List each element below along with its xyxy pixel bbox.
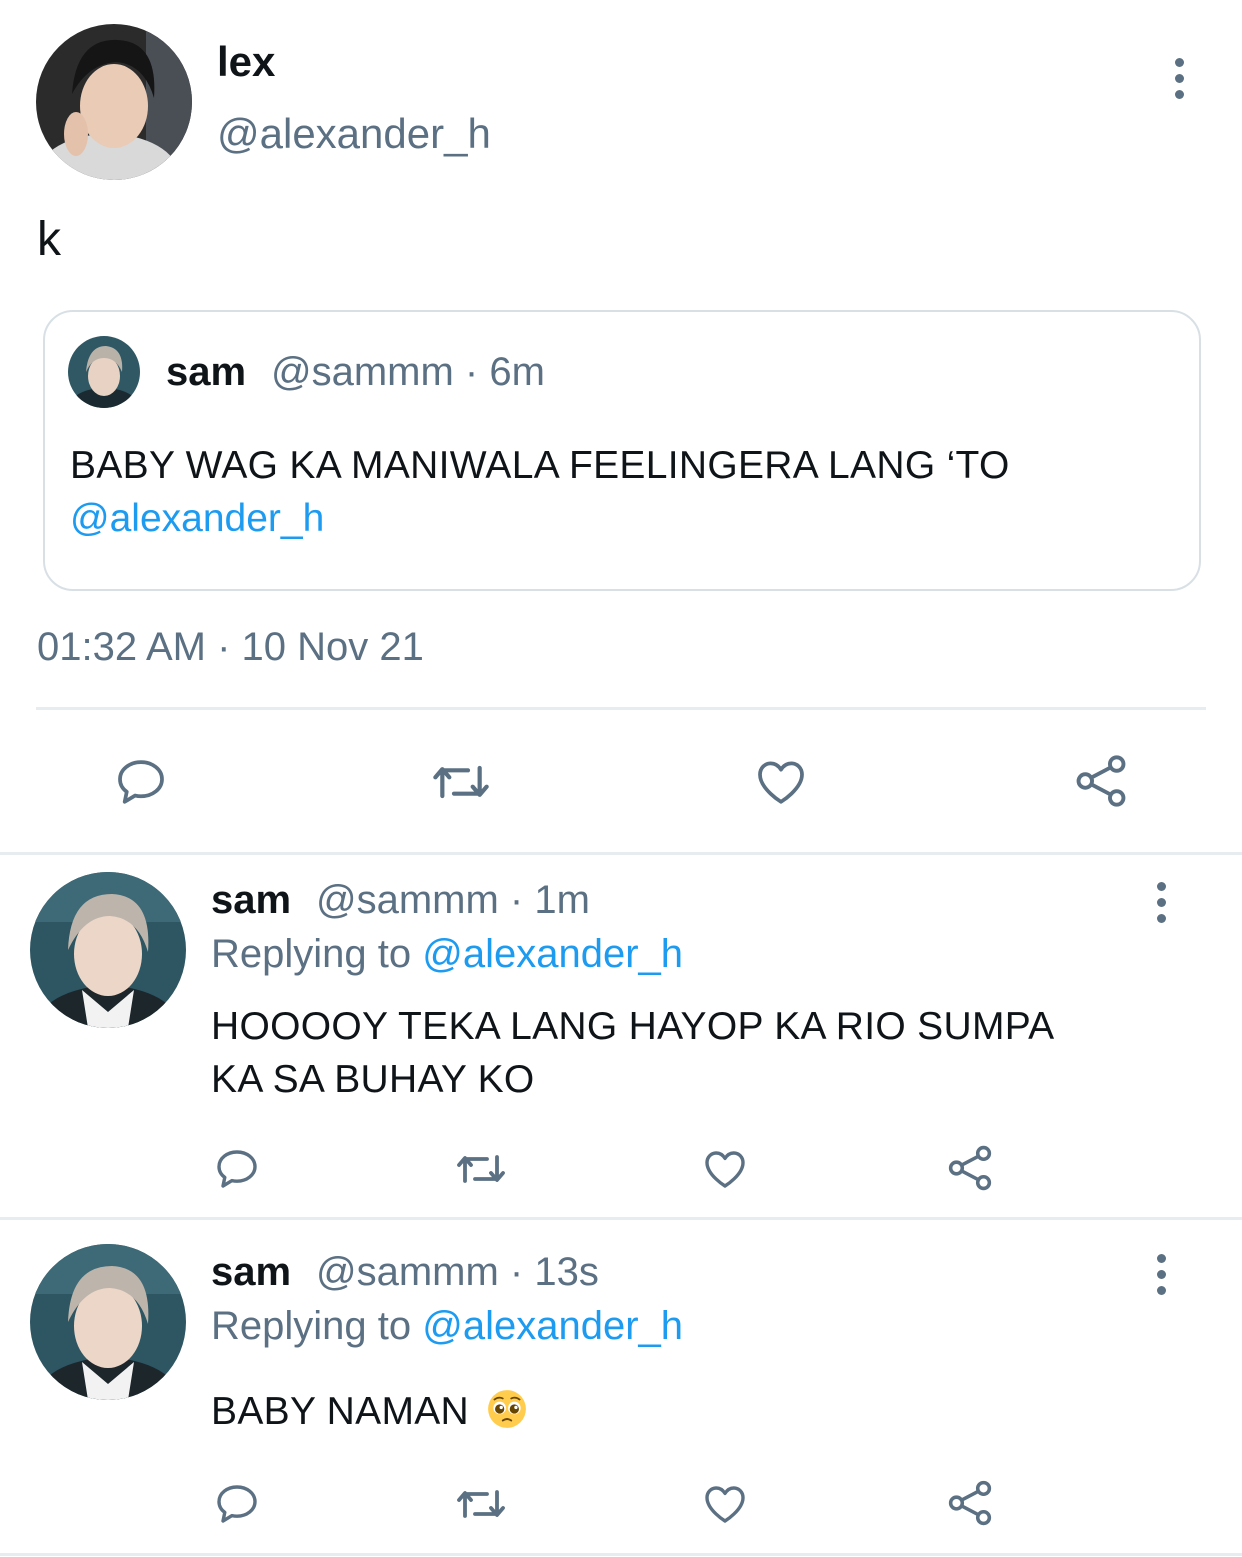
- reply-text: BABY NAMAN: [211, 1388, 528, 1434]
- quoted-author-name[interactable]: sam: [166, 350, 246, 395]
- reply-text-content: BABY NAMAN: [211, 1390, 470, 1433]
- quoted-author-avatar: [68, 336, 140, 408]
- reply-author-name[interactable]: sam: [211, 878, 291, 923]
- divider: [36, 707, 1206, 710]
- replying-to: Replying to @alexander_h: [211, 932, 683, 977]
- replying-to: Replying to @alexander_h: [211, 1304, 683, 1349]
- tweet-timestamp[interactable]: 01:32 AM · 10 Nov 21: [37, 625, 424, 670]
- reply-meta: @sammm · 1m: [316, 878, 590, 922]
- reply-meta: @sammm · 13s: [316, 1250, 599, 1294]
- section-divider: [0, 852, 1242, 855]
- quoted-text: BABY WAG KA MANIWALA FEELINGERA LANG ‘TO: [70, 444, 1010, 487]
- tweet-text: k: [37, 213, 61, 266]
- reply-avatar[interactable]: [30, 1244, 186, 1400]
- more-options-icon[interactable]: [1173, 58, 1185, 99]
- author-avatar[interactable]: [36, 24, 192, 180]
- like-icon[interactable]: [752, 754, 810, 810]
- reply-icon[interactable]: [212, 1480, 262, 1528]
- reply-icon[interactable]: [212, 1145, 262, 1193]
- replying-prefix: Replying to: [211, 1304, 412, 1348]
- retweet-icon[interactable]: [452, 1480, 510, 1528]
- share-icon[interactable]: [945, 1478, 995, 1528]
- reply-author-name[interactable]: sam: [211, 1250, 291, 1295]
- share-icon[interactable]: [945, 1143, 995, 1193]
- retweet-icon[interactable]: [428, 754, 494, 810]
- replying-handle-link[interactable]: @alexander_h: [422, 1304, 683, 1348]
- like-icon[interactable]: [700, 1480, 750, 1528]
- reply-text-line-2: KA SA BUHAY KO: [211, 1058, 535, 1101]
- retweet-icon[interactable]: [452, 1145, 510, 1193]
- reply-text-line-1: HOOOOY TEKA LANG HAYOP KA RIO SUMPA: [211, 1005, 1055, 1048]
- section-divider: [0, 1553, 1242, 1556]
- author-name[interactable]: lex: [217, 38, 275, 86]
- share-icon[interactable]: [1072, 752, 1130, 810]
- like-icon[interactable]: [700, 1145, 750, 1193]
- replying-handle-link[interactable]: @alexander_h: [422, 932, 683, 976]
- more-options-icon[interactable]: [1155, 882, 1167, 923]
- more-options-icon[interactable]: [1155, 1254, 1167, 1295]
- reply-icon[interactable]: [112, 754, 170, 810]
- pleading-face-emoji-icon: [488, 1390, 527, 1428]
- section-divider: [0, 1217, 1242, 1220]
- reply-avatar[interactable]: [30, 872, 186, 1028]
- quoted-meta: @sammm · 6m: [271, 350, 545, 394]
- author-handle[interactable]: @alexander_h: [217, 110, 491, 158]
- quoted-mention-link[interactable]: @alexander_h: [70, 497, 324, 541]
- replying-prefix: Replying to: [211, 932, 412, 976]
